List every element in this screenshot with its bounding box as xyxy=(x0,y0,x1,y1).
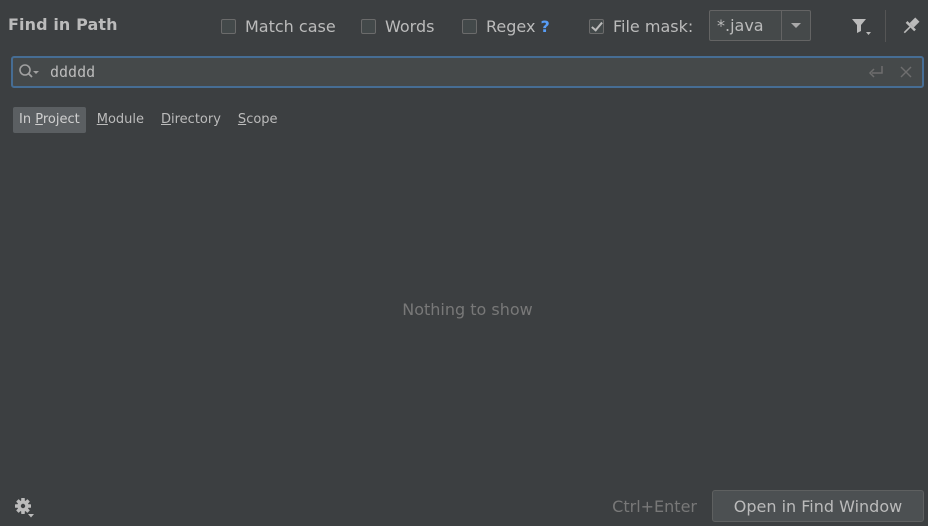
tab-label-part: roject xyxy=(42,112,80,127)
search-history-icon[interactable] xyxy=(18,63,40,81)
tab-label-part: odule xyxy=(107,112,144,127)
words-option[interactable]: Words xyxy=(361,14,434,38)
tab-label-part: cope xyxy=(246,112,278,127)
file-mask-checkbox[interactable] xyxy=(589,18,604,34)
dialog-title: Find in Path xyxy=(8,15,118,34)
open-in-find-window-button[interactable]: Open in Find Window xyxy=(712,490,924,522)
tab-module[interactable]: Module xyxy=(91,107,150,133)
shortcut-hint: Ctrl+Enter xyxy=(612,497,697,516)
file-mask-label: File mask: xyxy=(613,16,694,36)
tab-in-project[interactable]: In Project xyxy=(13,107,86,133)
filter-button[interactable] xyxy=(850,14,874,38)
settings-gear-icon xyxy=(15,498,34,518)
tab-directory[interactable]: Directory xyxy=(155,107,227,133)
tab-label-part: irectory xyxy=(171,112,221,127)
tab-mnemonic: S xyxy=(237,112,247,127)
settings-button[interactable] xyxy=(14,497,36,519)
tab-mnemonic: D xyxy=(161,112,172,127)
file-mask-combobox[interactable]: *.java xyxy=(709,10,811,41)
regex-help-link[interactable]: ? xyxy=(540,17,549,36)
match-case-checkbox[interactable] xyxy=(221,18,236,34)
words-label: Words xyxy=(385,16,435,36)
find-in-path-dialog: Find in Path Match case Words Regex ? Fi… xyxy=(0,0,928,526)
file-mask-value[interactable]: *.java xyxy=(710,16,781,35)
toolbar-separator xyxy=(885,10,886,42)
match-case-option[interactable]: Match case xyxy=(221,14,336,38)
search-input[interactable] xyxy=(50,63,867,81)
clear-icon[interactable] xyxy=(899,65,913,79)
header: Find in Path Match case Words Regex ? Fi… xyxy=(0,0,928,54)
search-field[interactable] xyxy=(11,56,924,88)
regex-option[interactable]: Regex ? xyxy=(462,14,550,38)
pin-window-button[interactable] xyxy=(899,14,923,38)
file-mask-option[interactable]: File mask: xyxy=(589,14,693,38)
regex-checkbox[interactable] xyxy=(462,18,477,34)
chevron-down-icon xyxy=(791,23,801,28)
scope-tabs: In Project Module Directory Scope xyxy=(13,107,289,133)
filter-icon xyxy=(852,19,871,35)
tab-scope[interactable]: Scope xyxy=(232,107,284,133)
tab-mnemonic: P xyxy=(35,112,43,127)
regex-label: Regex xyxy=(486,16,536,36)
tab-label-part: In xyxy=(19,112,36,127)
new-line-icon[interactable] xyxy=(867,63,885,81)
words-checkbox[interactable] xyxy=(361,18,376,34)
match-case-label: Match case xyxy=(245,16,336,36)
pin-icon xyxy=(903,17,920,34)
tab-mnemonic: M xyxy=(96,112,108,127)
empty-results-message: Nothing to show xyxy=(402,300,533,319)
file-mask-dropdown-button[interactable] xyxy=(781,11,810,40)
